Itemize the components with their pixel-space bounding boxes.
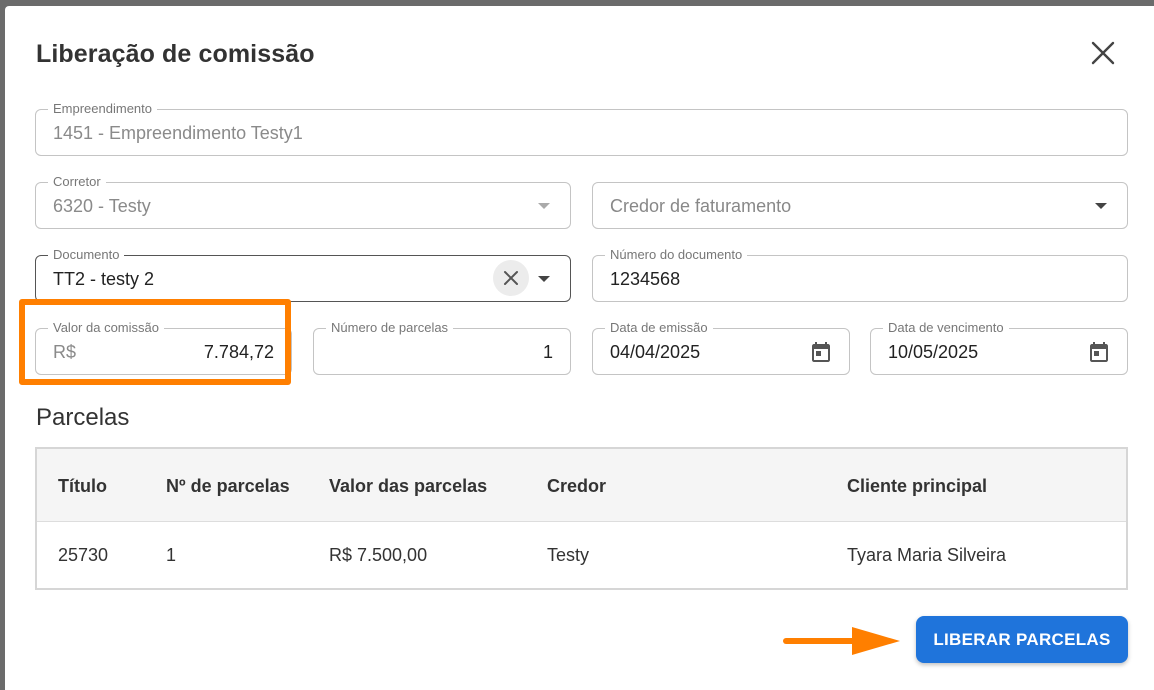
column-header-numero-parcelas[interactable]: Nº de parcelas (166, 476, 290, 497)
numero-documento-label: Número do documento (605, 248, 748, 262)
cell-credor: Testy (547, 545, 590, 565)
calendar-icon[interactable] (1087, 340, 1111, 364)
dialog-title: Liberação de comissão (36, 40, 315, 68)
documento-value: TT2 - testy 2 (53, 269, 155, 289)
numero-documento-field[interactable]: Número do documento 1234568 (592, 248, 1128, 302)
column-header-titulo[interactable]: Título (58, 476, 107, 497)
data-vencimento-field[interactable]: Data de vencimento 10/05/2025 (870, 321, 1128, 375)
clear-icon[interactable] (493, 260, 529, 296)
annotation-arrow-icon (783, 627, 900, 655)
numero-documento-value: 1234568 (610, 269, 681, 289)
data-emissao-label: Data de emissão (605, 321, 713, 335)
empreendimento-label: Empreendimento (48, 102, 157, 116)
empreendimento-field[interactable]: Empreendimento 1451 - Empreendimento Tes… (35, 102, 1128, 156)
data-emissao-field[interactable]: Data de emissão 04/04/2025 (592, 321, 850, 375)
calendar-icon[interactable] (809, 340, 833, 364)
column-header-valor-parcelas[interactable]: Valor das parcelas (329, 476, 487, 497)
cell-cliente-principal: Tyara Maria Silveira (847, 545, 1007, 565)
corretor-label: Corretor (48, 175, 106, 189)
chevron-down-icon[interactable] (538, 203, 550, 209)
close-icon[interactable] (1088, 38, 1118, 68)
liberar-parcelas-button[interactable]: LIBERAR PARCELAS (916, 616, 1128, 663)
numero-parcelas-label: Número de parcelas (326, 321, 454, 335)
credor-faturamento-placeholder: Credor de faturamento (610, 196, 792, 216)
documento-label: Documento (48, 248, 125, 262)
parcelas-title: Parcelas (36, 404, 130, 431)
cell-numero-parcelas: 1 (166, 545, 177, 565)
parcelas-table: Título Nº de parcelas Valor das parcelas… (35, 447, 1128, 590)
valor-comissao-label: Valor da comissão (48, 321, 164, 335)
commission-release-dialog: Liberação de comissão Empreendimento 145… (5, 6, 1154, 690)
corretor-select[interactable]: Corretor 6320 - Testy (35, 175, 571, 229)
cell-valor-parcelas: R$ 7.500,00 (329, 545, 428, 565)
column-header-cliente-principal[interactable]: Cliente principal (847, 476, 987, 497)
data-vencimento-value: 10/05/2025 (888, 342, 979, 362)
credor-faturamento-select[interactable]: Credor de faturamento (592, 182, 1128, 229)
numero-parcelas-value: 1 (542, 342, 553, 362)
chevron-down-icon[interactable] (538, 276, 550, 282)
chevron-down-icon[interactable] (1095, 203, 1107, 209)
numero-parcelas-field[interactable]: Número de parcelas 1 (313, 321, 571, 375)
column-header-credor[interactable]: Credor (547, 476, 606, 497)
corretor-value: 6320 - Testy (53, 196, 151, 216)
table-header: Título Nº de parcelas Valor das parcelas… (37, 449, 1126, 522)
empreendimento-value: 1451 - Empreendimento Testy1 (53, 123, 303, 143)
valor-comissao-value: 7.784,72 (203, 342, 274, 362)
valor-comissao-field[interactable]: Valor da comissão R$ 7.784,72 (35, 321, 292, 375)
data-emissao-value: 04/04/2025 (610, 342, 701, 362)
data-vencimento-label: Data de vencimento (883, 321, 1009, 335)
currency-prefix: R$ (53, 342, 77, 362)
documento-select[interactable]: Documento TT2 - testy 2 (35, 248, 571, 302)
cell-titulo: 25730 (58, 545, 109, 565)
